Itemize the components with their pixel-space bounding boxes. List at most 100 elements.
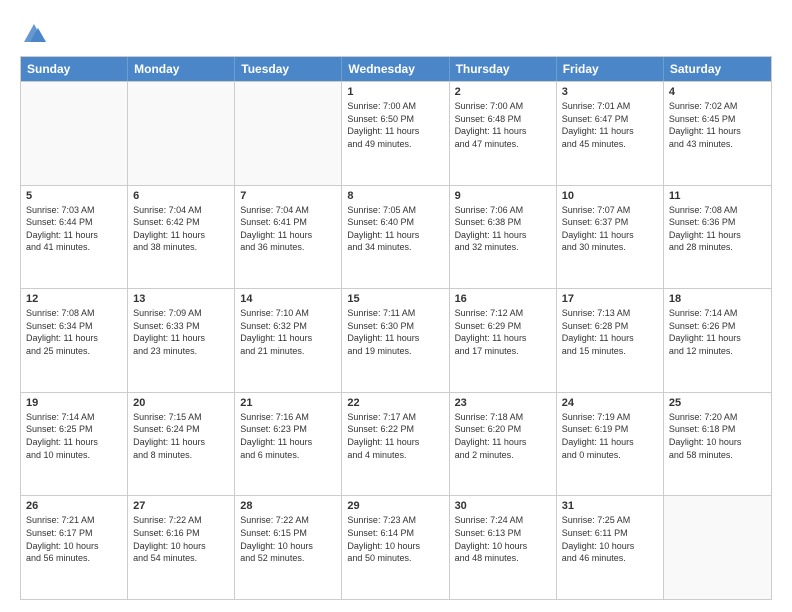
- logo-icon: [20, 20, 48, 48]
- day-number: 11: [669, 190, 766, 202]
- day-number: 27: [133, 500, 229, 512]
- header-cell-thursday: Thursday: [450, 57, 557, 81]
- day-info: Sunrise: 7:03 AM Sunset: 6:44 PM Dayligh…: [26, 204, 122, 254]
- calendar-row-3: 19 Sunrise: 7:14 AM Sunset: 6:25 PM Dayli…: [21, 392, 771, 496]
- day-number: 29: [347, 500, 443, 512]
- day-cell-13: 13 Sunrise: 7:09 AM Sunset: 6:33 PM Dayli…: [128, 289, 235, 392]
- day-info: Sunrise: 7:15 AM Sunset: 6:24 PM Dayligh…: [133, 411, 229, 461]
- day-info: Sunrise: 7:00 AM Sunset: 6:48 PM Dayligh…: [455, 100, 551, 150]
- day-info: Sunrise: 7:01 AM Sunset: 6:47 PM Dayligh…: [562, 100, 658, 150]
- page: SundayMondayTuesdayWednesdayThursdayFrid…: [0, 0, 792, 612]
- day-cell-30: 30 Sunrise: 7:24 AM Sunset: 6:13 PM Dayli…: [450, 496, 557, 599]
- day-number: 2: [455, 86, 551, 98]
- day-info: Sunrise: 7:23 AM Sunset: 6:14 PM Dayligh…: [347, 514, 443, 564]
- day-cell-empty: [21, 82, 128, 185]
- day-number: 14: [240, 293, 336, 305]
- header: [20, 16, 772, 48]
- day-number: 22: [347, 397, 443, 409]
- day-number: 23: [455, 397, 551, 409]
- day-cell-17: 17 Sunrise: 7:13 AM Sunset: 6:28 PM Dayli…: [557, 289, 664, 392]
- day-number: 4: [669, 86, 766, 98]
- header-cell-wednesday: Wednesday: [342, 57, 449, 81]
- day-number: 15: [347, 293, 443, 305]
- day-cell-16: 16Sunrise: 7:12 AM Sunset: 6:29 PM Dayli…: [450, 289, 557, 392]
- day-info: Sunrise: 7:12 AM Sunset: 6:29 PM Dayligh…: [455, 307, 551, 357]
- day-number: 7: [240, 190, 336, 202]
- logo: [20, 20, 52, 48]
- day-number: 26: [26, 500, 122, 512]
- day-cell-18: 18 Sunrise: 7:14 AM Sunset: 6:26 PM Dayli…: [664, 289, 771, 392]
- day-cell-1: 1Sunrise: 7:00 AM Sunset: 6:50 PM Daylig…: [342, 82, 449, 185]
- day-info: Sunrise: 7:10 AM Sunset: 6:32 PM Dayligh…: [240, 307, 336, 357]
- day-info: Sunrise: 7:11 AM Sunset: 6:30 PM Dayligh…: [347, 307, 443, 357]
- day-cell-2: 2 Sunrise: 7:00 AM Sunset: 6:48 PM Daylig…: [450, 82, 557, 185]
- day-info: Sunrise: 7:05 AM Sunset: 6:40 PM Dayligh…: [347, 204, 443, 254]
- day-number: 24: [562, 397, 658, 409]
- day-cell-20: 20 Sunrise: 7:15 AM Sunset: 6:24 PM Dayli…: [128, 393, 235, 496]
- day-cell-19: 19 Sunrise: 7:14 AM Sunset: 6:25 PM Dayli…: [21, 393, 128, 496]
- header-cell-monday: Monday: [128, 57, 235, 81]
- day-cell-7: 7 Sunrise: 7:04 AM Sunset: 6:41 PM Daylig…: [235, 186, 342, 289]
- day-number: 8: [347, 190, 443, 202]
- day-number: 18: [669, 293, 766, 305]
- day-info: Sunrise: 7:14 AM Sunset: 6:26 PM Dayligh…: [669, 307, 766, 357]
- day-number: 3: [562, 86, 658, 98]
- day-number: 9: [455, 190, 551, 202]
- day-cell-empty: [128, 82, 235, 185]
- header-cell-tuesday: Tuesday: [235, 57, 342, 81]
- day-info: Sunrise: 7:09 AM Sunset: 6:33 PM Dayligh…: [133, 307, 229, 357]
- day-cell-15: 15 Sunrise: 7:11 AM Sunset: 6:30 PM Dayli…: [342, 289, 449, 392]
- day-cell-empty: [664, 496, 771, 599]
- day-cell-23: 23 Sunrise: 7:18 AM Sunset: 6:20 PM Dayli…: [450, 393, 557, 496]
- day-number: 20: [133, 397, 229, 409]
- day-info: Sunrise: 7:20 AM Sunset: 6:18 PM Dayligh…: [669, 411, 766, 461]
- day-info: Sunrise: 7:22 AM Sunset: 6:15 PM Dayligh…: [240, 514, 336, 564]
- calendar-header-row: SundayMondayTuesdayWednesdayThursdayFrid…: [21, 57, 771, 81]
- day-cell-31: 31Sunrise: 7:25 AM Sunset: 6:11 PM Dayli…: [557, 496, 664, 599]
- day-number: 12: [26, 293, 122, 305]
- header-cell-friday: Friday: [557, 57, 664, 81]
- day-info: Sunrise: 7:04 AM Sunset: 6:42 PM Dayligh…: [133, 204, 229, 254]
- day-info: Sunrise: 7:04 AM Sunset: 6:41 PM Dayligh…: [240, 204, 336, 254]
- calendar: SundayMondayTuesdayWednesdayThursdayFrid…: [20, 56, 772, 600]
- day-cell-14: 14 Sunrise: 7:10 AM Sunset: 6:32 PM Dayli…: [235, 289, 342, 392]
- day-number: 30: [455, 500, 551, 512]
- day-info: Sunrise: 7:14 AM Sunset: 6:25 PM Dayligh…: [26, 411, 122, 461]
- day-info: Sunrise: 7:06 AM Sunset: 6:38 PM Dayligh…: [455, 204, 551, 254]
- day-number: 28: [240, 500, 336, 512]
- day-cell-8: 8 Sunrise: 7:05 AM Sunset: 6:40 PM Daylig…: [342, 186, 449, 289]
- day-cell-24: 24 Sunrise: 7:19 AM Sunset: 6:19 PM Dayli…: [557, 393, 664, 496]
- day-info: Sunrise: 7:08 AM Sunset: 6:36 PM Dayligh…: [669, 204, 766, 254]
- day-cell-11: 11 Sunrise: 7:08 AM Sunset: 6:36 PM Dayli…: [664, 186, 771, 289]
- calendar-row-1: 5Sunrise: 7:03 AM Sunset: 6:44 PM Daylig…: [21, 185, 771, 289]
- day-number: 17: [562, 293, 658, 305]
- day-cell-29: 29 Sunrise: 7:23 AM Sunset: 6:14 PM Dayli…: [342, 496, 449, 599]
- day-info: Sunrise: 7:18 AM Sunset: 6:20 PM Dayligh…: [455, 411, 551, 461]
- day-number: 25: [669, 397, 766, 409]
- day-info: Sunrise: 7:13 AM Sunset: 6:28 PM Dayligh…: [562, 307, 658, 357]
- day-info: Sunrise: 7:17 AM Sunset: 6:22 PM Dayligh…: [347, 411, 443, 461]
- day-cell-4: 4Sunrise: 7:02 AM Sunset: 6:45 PM Daylig…: [664, 82, 771, 185]
- calendar-body: 1Sunrise: 7:00 AM Sunset: 6:50 PM Daylig…: [21, 81, 771, 599]
- day-info: Sunrise: 7:21 AM Sunset: 6:17 PM Dayligh…: [26, 514, 122, 564]
- calendar-row-0: 1Sunrise: 7:00 AM Sunset: 6:50 PM Daylig…: [21, 81, 771, 185]
- day-cell-5: 5Sunrise: 7:03 AM Sunset: 6:44 PM Daylig…: [21, 186, 128, 289]
- day-cell-3: 3 Sunrise: 7:01 AM Sunset: 6:47 PM Daylig…: [557, 82, 664, 185]
- day-cell-25: 25 Sunrise: 7:20 AM Sunset: 6:18 PM Dayli…: [664, 393, 771, 496]
- day-cell-22: 22 Sunrise: 7:17 AM Sunset: 6:22 PM Dayli…: [342, 393, 449, 496]
- day-cell-27: 27Sunrise: 7:22 AM Sunset: 6:16 PM Dayli…: [128, 496, 235, 599]
- day-cell-10: 10Sunrise: 7:07 AM Sunset: 6:37 PM Dayli…: [557, 186, 664, 289]
- day-number: 6: [133, 190, 229, 202]
- day-cell-6: 6 Sunrise: 7:04 AM Sunset: 6:42 PM Daylig…: [128, 186, 235, 289]
- day-number: 13: [133, 293, 229, 305]
- day-info: Sunrise: 7:19 AM Sunset: 6:19 PM Dayligh…: [562, 411, 658, 461]
- day-cell-26: 26 Sunrise: 7:21 AM Sunset: 6:17 PM Dayli…: [21, 496, 128, 599]
- calendar-row-4: 26 Sunrise: 7:21 AM Sunset: 6:17 PM Dayli…: [21, 495, 771, 599]
- day-cell-empty: [235, 82, 342, 185]
- day-number: 31: [562, 500, 658, 512]
- day-number: 1: [347, 86, 443, 98]
- day-number: 19: [26, 397, 122, 409]
- day-number: 21: [240, 397, 336, 409]
- day-info: Sunrise: 7:24 AM Sunset: 6:13 PM Dayligh…: [455, 514, 551, 564]
- header-cell-sunday: Sunday: [21, 57, 128, 81]
